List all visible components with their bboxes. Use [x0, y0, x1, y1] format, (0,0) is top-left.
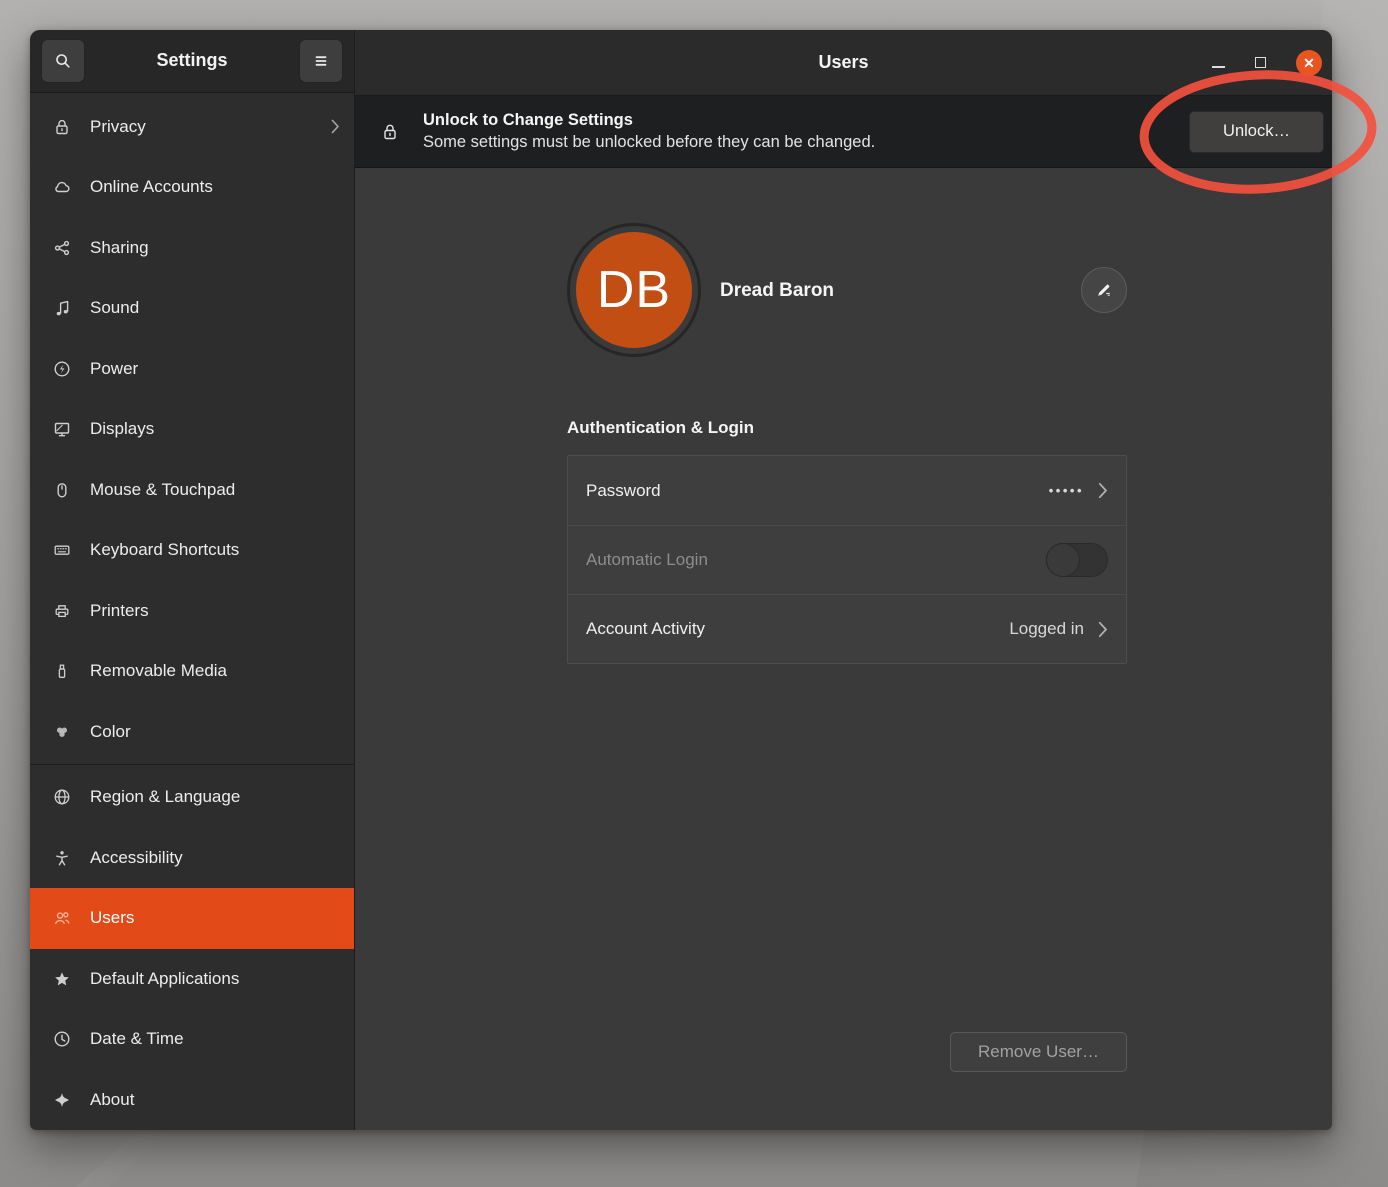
- chevron-right-icon: [1098, 621, 1108, 638]
- password-value: •••••: [1049, 483, 1084, 498]
- sidebar-item-label: Sound: [90, 298, 340, 318]
- sidebar-item-label: Keyboard Shortcuts: [90, 540, 340, 560]
- automatic-login-label: Automatic Login: [586, 550, 1032, 570]
- sidebar-header: Settings: [30, 30, 354, 93]
- sidebar-item-power[interactable]: Power: [30, 339, 354, 400]
- sidebar-item-default-applications[interactable]: Default Applications: [30, 949, 354, 1010]
- unlock-banner-text: Unlock to Change Settings Some settings …: [423, 111, 1167, 152]
- automatic-login-row: Automatic Login: [568, 525, 1126, 594]
- keyboard-icon: [52, 540, 72, 560]
- settings-window: Settings Privacy Online Accounts Sharing: [30, 30, 1332, 1130]
- sidebar-item-sound[interactable]: Sound: [30, 278, 354, 339]
- sidebar-item-label: Printers: [90, 601, 340, 621]
- star-icon: [52, 969, 72, 989]
- printer-icon: [52, 601, 72, 621]
- sidebar-item-label: Color: [90, 722, 340, 742]
- sidebar-item-sharing[interactable]: Sharing: [30, 218, 354, 279]
- sidebar-item-keyboard-shortcuts[interactable]: Keyboard Shortcuts: [30, 520, 354, 581]
- sidebar-item-region-language[interactable]: Region & Language: [30, 767, 354, 828]
- lock-icon: [379, 121, 401, 143]
- display-icon: [52, 419, 72, 439]
- window-controls: ✕: [1212, 50, 1332, 76]
- sidebar-item-users[interactable]: Users: [30, 888, 354, 949]
- account-activity-label: Account Activity: [586, 619, 995, 639]
- sidebar-item-label: Accessibility: [90, 848, 340, 868]
- users-panel: DB Dread Baron Authentication & Login Pa…: [355, 168, 1332, 1130]
- sidebar-nav: Privacy Online Accounts Sharing Sound Po…: [30, 93, 354, 1131]
- sidebar-item-date-time[interactable]: Date & Time: [30, 1009, 354, 1070]
- titlebar[interactable]: Users ✕: [355, 30, 1332, 96]
- unlock-button[interactable]: Unlock…: [1189, 111, 1324, 153]
- power-icon: [52, 359, 72, 379]
- clock-icon: [52, 1029, 72, 1049]
- sidebar-separator: [30, 764, 354, 765]
- user-name: Dread Baron: [720, 280, 834, 302]
- toggle-knob: [1046, 543, 1080, 577]
- sparkle-icon: [52, 1090, 72, 1110]
- remove-user-button[interactable]: Remove User…: [950, 1032, 1127, 1072]
- globe-icon: [52, 787, 72, 807]
- sidebar-item-privacy[interactable]: Privacy: [30, 97, 354, 158]
- automatic-login-toggle[interactable]: [1046, 543, 1108, 577]
- sidebar-item-label: About: [90, 1090, 340, 1110]
- minimize-icon[interactable]: [1212, 66, 1225, 68]
- auth-settings-list: Password ••••• Automatic Login Account A…: [567, 455, 1127, 664]
- user-avatar[interactable]: DB: [567, 223, 701, 357]
- cloud-icon: [52, 177, 72, 197]
- color-circles-icon: [52, 722, 72, 742]
- sidebar-item-label: Privacy: [90, 117, 313, 137]
- edit-name-button[interactable]: [1081, 267, 1127, 313]
- sidebar-item-label: Date & Time: [90, 1029, 340, 1049]
- sidebar: Settings Privacy Online Accounts Sharing: [30, 30, 355, 1130]
- accessibility-icon: [52, 848, 72, 868]
- sidebar-item-removable-media[interactable]: Removable Media: [30, 641, 354, 702]
- unlock-banner-title: Unlock to Change Settings: [423, 111, 1167, 130]
- share-nodes-icon: [52, 238, 72, 258]
- auth-section-heading: Authentication & Login: [567, 418, 754, 438]
- sidebar-item-label: Online Accounts: [90, 177, 340, 197]
- music-note-icon: [52, 298, 72, 318]
- sidebar-item-displays[interactable]: Displays: [30, 399, 354, 460]
- sidebar-item-label: Sharing: [90, 238, 340, 258]
- password-label: Password: [586, 481, 1035, 501]
- pencil-icon: [1094, 280, 1114, 300]
- sidebar-item-online-accounts[interactable]: Online Accounts: [30, 157, 354, 218]
- usb-drive-icon: [52, 661, 72, 681]
- menu-button[interactable]: [299, 39, 343, 83]
- sidebar-item-label: Default Applications: [90, 969, 340, 989]
- unlock-banner: Unlock to Change Settings Some settings …: [355, 96, 1332, 168]
- mouse-icon: [52, 480, 72, 500]
- sidebar-item-label: Power: [90, 359, 340, 379]
- unlock-banner-subtitle: Some settings must be unlocked before th…: [423, 133, 1167, 152]
- password-row[interactable]: Password •••••: [568, 456, 1126, 525]
- hamburger-menu-icon: [311, 51, 331, 71]
- maximize-icon[interactable]: [1255, 57, 1266, 68]
- search-button[interactable]: [41, 39, 85, 83]
- sidebar-item-label: Removable Media: [90, 661, 340, 681]
- account-activity-row[interactable]: Account Activity Logged in: [568, 594, 1126, 663]
- search-icon: [53, 51, 73, 71]
- close-icon[interactable]: ✕: [1296, 50, 1322, 76]
- avatar-initials: DB: [597, 260, 671, 320]
- sidebar-item-about[interactable]: About: [30, 1070, 354, 1131]
- sidebar-item-mouse-touchpad[interactable]: Mouse & Touchpad: [30, 460, 354, 521]
- lock-icon: [52, 117, 72, 137]
- chevron-right-icon: [331, 119, 340, 134]
- sidebar-item-label: Mouse & Touchpad: [90, 480, 340, 500]
- app-title: Settings: [156, 50, 227, 71]
- sidebar-item-color[interactable]: Color: [30, 702, 354, 763]
- sidebar-item-label: Region & Language: [90, 787, 340, 807]
- sidebar-item-accessibility[interactable]: Accessibility: [30, 828, 354, 889]
- content-pane: Users ✕ Unlock to Change Settings Some s…: [355, 30, 1332, 1130]
- avatar-circle: DB: [576, 232, 692, 348]
- sidebar-item-printers[interactable]: Printers: [30, 581, 354, 642]
- sidebar-item-label: Users: [90, 908, 340, 928]
- page-title: Users: [355, 52, 1332, 73]
- chevron-right-icon: [1098, 482, 1108, 499]
- account-activity-value: Logged in: [1009, 619, 1084, 639]
- users-icon: [52, 908, 72, 928]
- sidebar-item-label: Displays: [90, 419, 340, 439]
